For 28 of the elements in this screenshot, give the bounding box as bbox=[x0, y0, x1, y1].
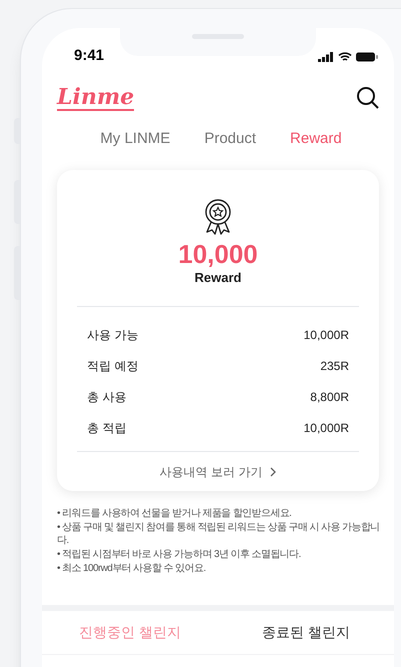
row-label: 적립 예정 bbox=[87, 358, 138, 374]
note-text: • 리워드를 사용하여 선물을 받거나 제품을 할인받으세요. bbox=[57, 507, 292, 520]
challenge-tab[interactable]: 진행중인 챌린지 bbox=[42, 622, 218, 643]
medal-icon bbox=[204, 198, 232, 236]
challenge-tab[interactable]: 종료된 챌린지 bbox=[218, 622, 394, 643]
nav-tab[interactable]: Reward bbox=[290, 128, 342, 150]
nav-tab[interactable]: Product bbox=[204, 128, 256, 150]
row-value: 10,000R bbox=[304, 420, 349, 436]
battery-icon bbox=[356, 52, 378, 62]
logo: Linme bbox=[57, 85, 134, 111]
row-label: 총 적립 bbox=[87, 420, 126, 436]
chevron-right-icon bbox=[270, 466, 276, 476]
row-value: 235R bbox=[320, 358, 349, 374]
note-text: • 최소 100rwd부터 사용할 수 있어요. bbox=[57, 562, 207, 575]
signal-icon bbox=[318, 52, 334, 62]
note-text: • 적립된 시점부터 바로 사용 가능하며 3년 이후 소멸됩니다. bbox=[57, 548, 302, 561]
wifi-icon bbox=[338, 52, 352, 62]
row-value: 8,800R bbox=[310, 388, 349, 406]
history-link[interactable]: 사용내역 보러 가기 bbox=[160, 462, 276, 480]
reward-unit: Reward bbox=[194, 270, 242, 286]
note-text: • 상품 구매 및 챌린지 참여를 통해 적립된 리워드는 상품 구매 시 사용 가능합니다. bbox=[57, 521, 381, 547]
nav-tab[interactable]: My LINME bbox=[100, 128, 170, 150]
row-label: 총 사용 bbox=[87, 388, 126, 406]
reward-amount: 10,000 bbox=[177, 238, 259, 270]
row-value: 10,000R bbox=[304, 326, 349, 344]
search-icon[interactable] bbox=[356, 86, 380, 110]
status-time: 9:41 bbox=[74, 46, 104, 66]
row-label: 사용 가능 bbox=[87, 326, 138, 344]
